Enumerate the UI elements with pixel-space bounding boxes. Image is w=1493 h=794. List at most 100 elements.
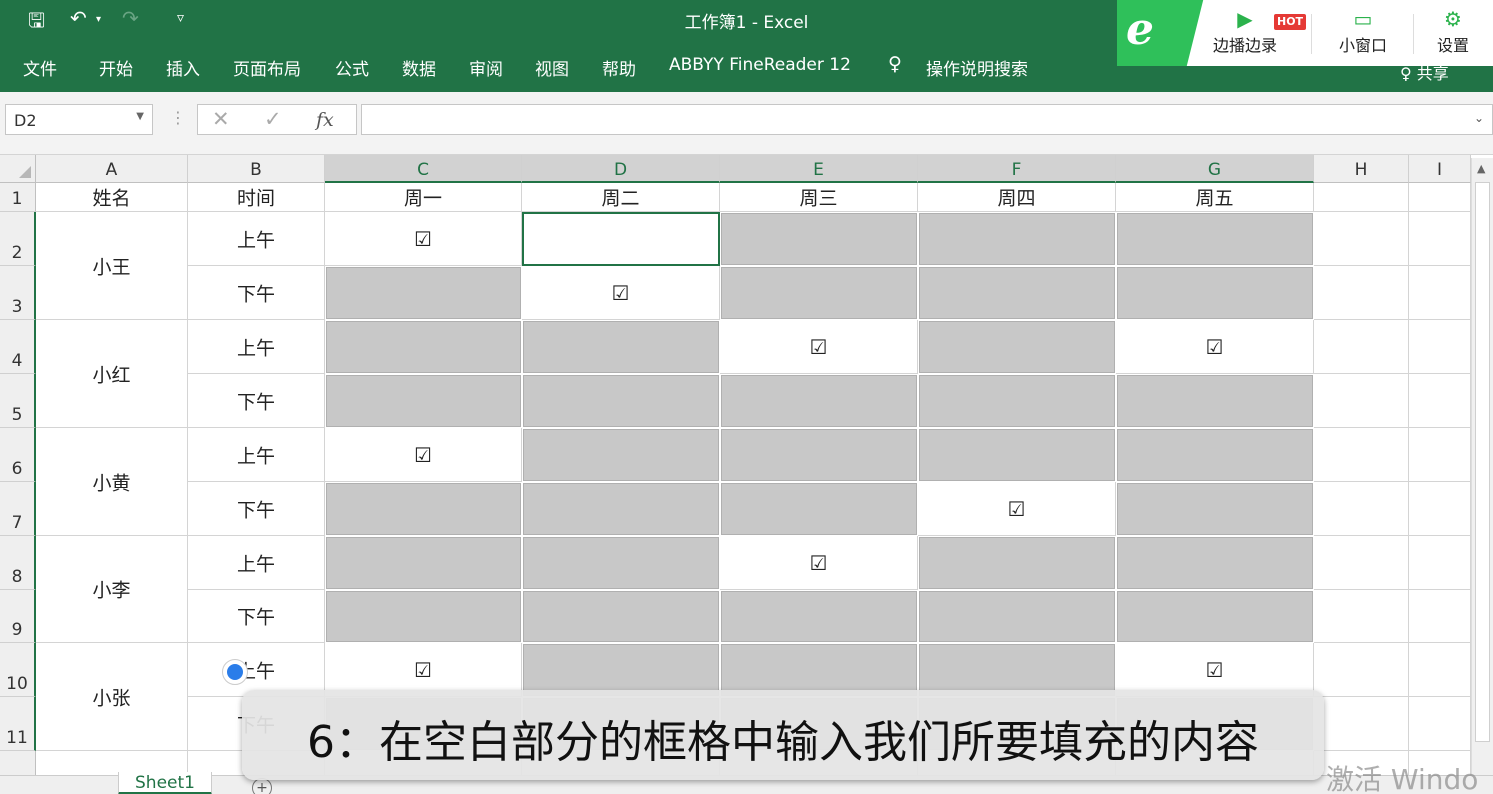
shaded-cell[interactable] [523, 321, 719, 373]
shaded-cell[interactable] [919, 537, 1115, 589]
row-header-10[interactable]: 10 [0, 643, 36, 697]
checkbox-cell[interactable]: ☑ [720, 320, 918, 374]
period-cell[interactable]: 上午 [188, 536, 325, 590]
column-header-h[interactable]: H [1314, 155, 1409, 183]
checkbox-cell[interactable]: ☑ [918, 482, 1116, 536]
tab-formulas[interactable]: 公式 [335, 55, 369, 80]
name-box[interactable]: D2 ▼ [5, 104, 153, 135]
checkbox-cell[interactable]: ☑ [720, 536, 918, 590]
period-cell[interactable]: 下午 [188, 482, 325, 536]
tab-page-layout[interactable]: 页面布局 [233, 55, 301, 80]
period-cell[interactable]: 下午 [188, 266, 325, 320]
header-cell[interactable]: 周一 [325, 183, 522, 212]
row-header-1[interactable]: 1 [0, 183, 36, 212]
tab-view[interactable]: 视图 [535, 55, 569, 80]
empty-cell[interactable] [1409, 428, 1471, 482]
shaded-cell[interactable] [721, 483, 917, 535]
shaded-cell[interactable] [721, 213, 917, 265]
row-header-3[interactable]: 3 [0, 266, 36, 320]
row-header-8[interactable]: 8 [0, 536, 36, 590]
vertical-scrollbar[interactable]: ▲ [1471, 158, 1493, 778]
name-cell[interactable]: 小李 [36, 536, 188, 643]
tab-review[interactable]: 审阅 [469, 55, 503, 80]
empty-cell[interactable] [522, 212, 720, 266]
shaded-cell[interactable] [326, 537, 521, 589]
shaded-cell[interactable] [1117, 537, 1313, 589]
shaded-cell[interactable] [1117, 213, 1313, 265]
select-all-button[interactable] [0, 155, 36, 183]
shaded-cell[interactable] [326, 321, 521, 373]
empty-cell[interactable] [1314, 183, 1409, 212]
drag-handle-icon[interactable]: ⋮ [170, 108, 186, 127]
scroll-up-icon[interactable]: ▲ [1477, 162, 1485, 175]
name-cell[interactable]: 小王 [36, 212, 188, 320]
shaded-cell[interactable] [1117, 591, 1313, 642]
shaded-cell[interactable] [721, 644, 917, 696]
shaded-cell[interactable] [919, 375, 1115, 427]
row-header-12[interactable]: 12 [0, 751, 36, 775]
period-cell[interactable]: 上午 [188, 320, 325, 374]
name-cell[interactable]: 小张 [36, 643, 188, 751]
shaded-cell[interactable] [721, 591, 917, 642]
empty-cell[interactable] [1314, 428, 1409, 482]
column-header-g[interactable]: G [1116, 155, 1314, 183]
header-cell[interactable]: 周二 [522, 183, 720, 212]
shaded-cell[interactable] [523, 375, 719, 427]
shaded-cell[interactable] [523, 644, 719, 696]
shaded-cell[interactable] [1117, 267, 1313, 319]
shaded-cell[interactable] [919, 321, 1115, 373]
formula-input[interactable]: ⌄ [361, 104, 1493, 135]
empty-cell[interactable] [1314, 590, 1409, 643]
empty-cell[interactable] [1314, 266, 1409, 320]
add-sheet-button[interactable]: + [252, 778, 272, 794]
shaded-cell[interactable] [523, 537, 719, 589]
name-cell[interactable]: 小黄 [36, 428, 188, 536]
row-header-4[interactable]: 4 [0, 320, 36, 374]
column-header-a[interactable]: A [36, 155, 188, 183]
shaded-cell[interactable] [721, 267, 917, 319]
shaded-cell[interactable] [721, 429, 917, 481]
column-header-f[interactable]: F [918, 155, 1116, 183]
tab-abbyy[interactable]: ABBYY FineReader 12 [669, 55, 851, 75]
row-header-11[interactable]: 11 [0, 697, 36, 751]
empty-cell[interactable] [1409, 590, 1471, 643]
column-header-b[interactable]: B [188, 155, 325, 183]
shaded-cell[interactable] [1117, 429, 1313, 481]
empty-cell[interactable] [1409, 482, 1471, 536]
insert-function-icon[interactable]: fx [316, 109, 334, 131]
checkbox-cell[interactable]: ☑ [522, 266, 720, 320]
empty-cell[interactable] [1409, 643, 1471, 697]
header-cell[interactable]: 时间 [188, 183, 325, 212]
period-cell[interactable]: 上午 [188, 428, 325, 482]
row-header-9[interactable]: 9 [0, 590, 36, 643]
tab-home[interactable]: 开始 [99, 55, 133, 80]
empty-cell[interactable] [1409, 266, 1471, 320]
empty-cell[interactable] [1314, 320, 1409, 374]
row-header-7[interactable]: 7 [0, 482, 36, 536]
empty-cell[interactable] [1409, 536, 1471, 590]
checkbox-cell[interactable]: ☑ [325, 212, 522, 266]
shaded-cell[interactable] [919, 429, 1115, 481]
empty-cell[interactable] [1314, 212, 1409, 266]
header-cell[interactable]: 周五 [1116, 183, 1314, 212]
shaded-cell[interactable] [919, 267, 1115, 319]
enter-icon[interactable]: ✓ [264, 107, 282, 131]
chevron-down-icon[interactable]: ▼ [136, 111, 144, 122]
shaded-cell[interactable] [326, 267, 521, 319]
shaded-cell[interactable] [326, 591, 521, 642]
empty-cell[interactable] [1409, 212, 1471, 266]
column-header-d[interactable]: D [522, 155, 720, 183]
mini-window-button[interactable]: ▭ 小窗口 [1331, 6, 1395, 56]
empty-cell[interactable] [1409, 183, 1471, 212]
shaded-cell[interactable] [919, 591, 1115, 642]
shaded-cell[interactable] [919, 213, 1115, 265]
header-cell[interactable]: 周三 [720, 183, 918, 212]
checkbox-cell[interactable]: ☑ [325, 643, 522, 697]
shaded-cell[interactable] [326, 483, 521, 535]
shaded-cell[interactable] [919, 644, 1115, 696]
tab-help[interactable]: 帮助 [602, 55, 636, 80]
period-cell[interactable]: 上午 [188, 212, 325, 266]
checkbox-cell[interactable]: ☑ [1116, 320, 1314, 374]
row-header-6[interactable]: 6 [0, 428, 36, 482]
shaded-cell[interactable] [721, 375, 917, 427]
